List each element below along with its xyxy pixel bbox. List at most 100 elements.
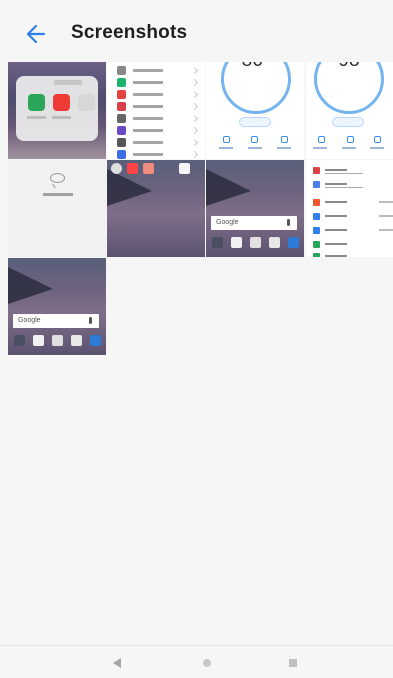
screenshot-thumbnail-empty-message[interactable]: [8, 160, 106, 257]
speed-icon: [347, 136, 354, 143]
blue-list-icon: [313, 227, 320, 234]
play-store-icon: [231, 237, 242, 248]
chevron-right-icon: [190, 150, 199, 159]
app-icon: [269, 237, 280, 248]
screenshot-thumbnail-settings-list[interactable]: [107, 62, 205, 159]
gray-settings-icon: [117, 114, 126, 123]
settings-row: [117, 137, 199, 149]
scan-label-line: [248, 147, 262, 149]
list-item: [313, 180, 393, 191]
chevron-right-icon: [190, 114, 199, 123]
orange-list-icon: [313, 199, 320, 206]
circle-home-icon[interactable]: [203, 659, 211, 667]
page-title: Screenshots: [71, 22, 188, 43]
back-arrow-icon[interactable]: [24, 20, 52, 48]
red-app-icon: [127, 163, 138, 174]
red-list-icon: [313, 167, 320, 174]
chevron-right-icon: [190, 138, 199, 147]
scan-label-line: [313, 147, 327, 149]
message-icon: [288, 237, 299, 248]
system-navigation-bar: [0, 645, 393, 678]
speech-bubble-icon: [50, 173, 65, 183]
settings-row: [117, 125, 199, 137]
red-settings-icon: [117, 102, 126, 111]
mini-wallpaper: [8, 62, 106, 159]
mic-icon: [89, 317, 92, 324]
blue-list-icon: [313, 181, 320, 188]
screenshot-thumbnail-notification-list[interactable]: [306, 160, 393, 257]
green-settings-icon: [117, 78, 126, 87]
score-value: 98: [317, 62, 381, 72]
scan-label-line: [219, 147, 233, 149]
triangle-back-icon[interactable]: [113, 658, 121, 668]
list-item: [313, 252, 393, 257]
green-list-icon: [313, 241, 320, 248]
play-store-icon: [33, 335, 44, 346]
list-item: [313, 166, 393, 177]
pill-button-preview: [239, 117, 271, 127]
list-item: [313, 212, 393, 223]
list-title-line: [325, 215, 347, 217]
settings-label-line: [133, 153, 163, 156]
settings-row: [117, 149, 199, 159]
settings-row: [117, 101, 199, 113]
screenshot-thumbnail-home-search[interactable]: Google: [206, 160, 304, 257]
list-title-line: [325, 201, 347, 203]
red-app-icon: [53, 94, 70, 111]
chevron-right-icon: [190, 78, 199, 87]
screenshot-thumbnail-score-86[interactable]: 86°: [206, 62, 304, 159]
list-title-line: [325, 229, 347, 231]
app-icon: [71, 335, 82, 346]
screenshot-thumbnail-lockscreen-dark[interactable]: [107, 160, 205, 257]
score-ring: 98: [314, 62, 384, 114]
list-value-line: [379, 215, 393, 217]
google-search-bar: Google: [13, 314, 99, 328]
settings-label-line: [133, 81, 163, 84]
cliff-shape: [107, 169, 152, 206]
settings-label-line: [133, 105, 163, 108]
shield-icon: [223, 136, 230, 143]
cliff-shape: [8, 267, 53, 304]
list-title-line: [325, 243, 347, 245]
green-list-icon: [313, 253, 320, 257]
screenshot-thumbnail-home-folder[interactable]: [8, 62, 106, 159]
screenshot-thumbnail-score-98[interactable]: 98: [306, 62, 393, 159]
app-icon: [179, 163, 190, 174]
scan-label-line: [342, 147, 356, 149]
list-value-line: [379, 229, 393, 231]
google-label: Google: [18, 317, 41, 324]
list-title-line: [325, 255, 347, 257]
list-item: [313, 240, 393, 251]
top-app-bar: Screenshots: [0, 0, 393, 62]
empty-message-line: [43, 193, 73, 196]
list-value-line: [379, 201, 393, 203]
shield-icon: [318, 136, 325, 143]
settings-label-line: [133, 69, 163, 72]
app-icon: [143, 163, 154, 174]
list-subtitle-line: [325, 187, 363, 188]
list-title-line: [325, 183, 347, 185]
pill-button-preview: [332, 117, 364, 127]
green-app-icon: [28, 94, 45, 111]
blue-settings-icon: [117, 150, 126, 159]
app-icon: [250, 237, 261, 248]
settings-row: [117, 65, 199, 77]
speed-icon: [251, 136, 258, 143]
score-ring: 86°: [221, 62, 291, 114]
settings-label-line: [133, 129, 163, 132]
google-search-bar: Google: [211, 216, 297, 230]
chevron-right-icon: [190, 102, 199, 111]
google-label: Google: [216, 219, 239, 226]
cliff-shape: [206, 169, 251, 206]
list-item: [313, 198, 393, 209]
square-recent-apps-icon[interactable]: [289, 659, 297, 667]
mic-icon: [287, 219, 290, 226]
list-item: [313, 226, 393, 237]
purple-settings-icon: [117, 126, 126, 135]
screenshot-thumbnail-home-search-2[interactable]: Google: [8, 258, 106, 355]
plus-app-icon: [78, 94, 95, 111]
chevron-right-icon: [190, 66, 199, 75]
settings-icon: [281, 136, 288, 143]
list-subtitle-line: [325, 173, 363, 174]
settings-label-line: [133, 93, 163, 96]
